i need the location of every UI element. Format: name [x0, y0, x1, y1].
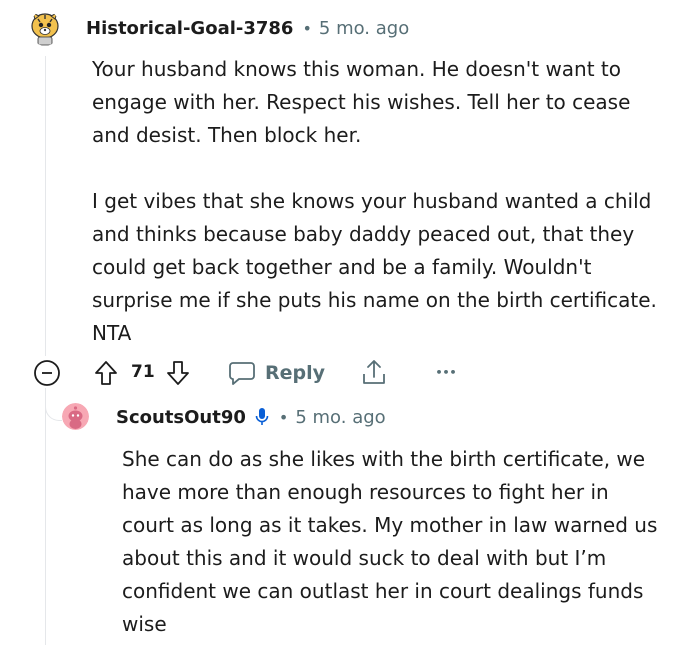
arrow-down-icon [167, 361, 189, 385]
reply-age: 5 mo. ago [295, 406, 386, 428]
avatar[interactable] [30, 10, 60, 46]
reply-avatar[interactable] [62, 403, 89, 430]
thread-line [45, 388, 46, 645]
comment-body: Your husband knows this woman. He doesn'… [92, 53, 667, 350]
comment-paragraph: Your husband knows this woman. He doesn'… [92, 57, 631, 147]
pink-snoo-avatar [62, 403, 89, 430]
separator-dot: • [302, 18, 312, 38]
separator-dot: • [278, 407, 289, 427]
comment-paragraph: I get vibes that she knows your husband … [92, 189, 657, 345]
thread-line [45, 56, 46, 356]
share-button[interactable] [360, 357, 388, 387]
comment-username[interactable]: Historical-Goal-3786 [86, 18, 293, 39]
reply-label: Reply [265, 362, 326, 384]
thread-elbow [45, 388, 62, 421]
comment-age: 5 mo. ago [318, 17, 410, 39]
reply-body: She can do as she likes with the birth c… [122, 443, 667, 641]
reply-header: ScoutsOut90 • 5 mo. ago [116, 404, 386, 430]
reply-username[interactable]: ScoutsOut90 [116, 407, 246, 428]
collapse-button[interactable] [33, 359, 61, 387]
cartoon-tiger-avatar [31, 12, 59, 46]
comment-header: Historical-Goal-3786 • 5 mo. ago [86, 15, 409, 41]
downvote-button[interactable] [166, 359, 190, 387]
more-dots-icon: ••• [435, 365, 457, 379]
reply-paragraph: She can do as she likes with the birth c… [122, 447, 658, 636]
speech-bubble-icon [229, 362, 255, 385]
minus-circle-icon [34, 360, 60, 386]
vote-count: 71 [131, 362, 155, 382]
more-options-button[interactable]: ••• [433, 360, 459, 384]
arrow-up-icon [95, 361, 117, 385]
microphone-icon [255, 407, 269, 427]
share-icon [363, 360, 385, 384]
upvote-button[interactable] [94, 359, 118, 387]
reply-button[interactable]: Reply [228, 358, 325, 388]
